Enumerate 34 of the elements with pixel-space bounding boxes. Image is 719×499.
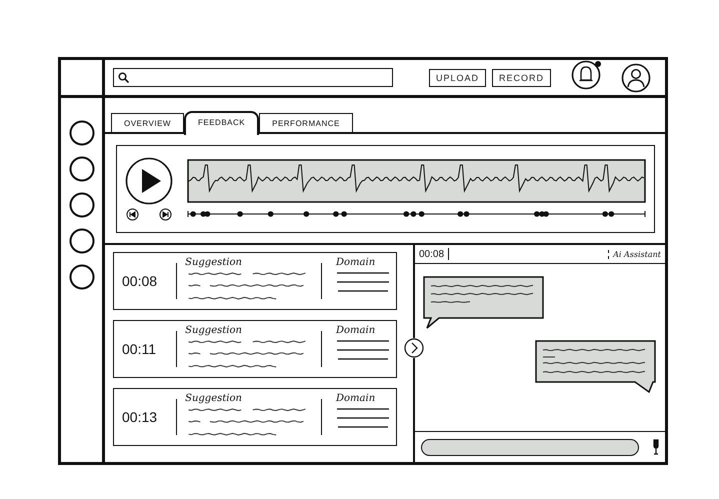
suggestion-title: Suggestion — [185, 393, 243, 404]
microphone-icon[interactable] — [653, 439, 659, 455]
record-button[interactable]: RECORD — [492, 68, 552, 86]
search-icon — [118, 72, 129, 83]
domain-label: Domain — [336, 325, 376, 336]
skip-back-icon[interactable] — [126, 208, 139, 221]
domain-label: Domain — [336, 393, 376, 404]
timestamp: 00:13 — [122, 409, 158, 425]
tab[interactable]: PERFORMANCE — [259, 113, 353, 132]
upload-button[interactable]: UPLOAD — [429, 68, 486, 86]
domain-label: Domain — [336, 257, 376, 268]
notification-bell-icon[interactable] — [571, 60, 602, 90]
tab[interactable]: FEEDBACK — [184, 110, 260, 134]
timestamp: 00:08 — [419, 248, 444, 260]
sidebar-icon[interactable] — [68, 120, 94, 146]
suggestion-title: Suggestion — [185, 257, 243, 268]
next-arrow-button[interactable] — [404, 338, 424, 358]
user-avatar-icon[interactable] — [621, 62, 652, 92]
play-button[interactable] — [125, 157, 173, 205]
sidebar-icon[interactable] — [68, 264, 94, 290]
search-field[interactable] — [113, 68, 393, 87]
timestamp: 00:08 — [122, 273, 158, 289]
skip-forward-icon[interactable] — [159, 208, 172, 221]
assistant-label: Ai Assistant — [608, 250, 661, 258]
suggestion-title: Suggestion — [185, 325, 243, 336]
suggestion-card[interactable]: 00:08 Suggestion Domain — [113, 252, 397, 310]
sidebar-icon[interactable] — [68, 192, 94, 218]
sidebar-icon[interactable] — [68, 156, 94, 182]
message-input[interactable] — [421, 438, 639, 456]
sidebar-icon[interactable] — [68, 228, 94, 254]
suggestion-card[interactable]: 00:11 Suggestion Domain — [113, 320, 397, 378]
suggestion-card[interactable]: 00:13 Suggestion Domain — [113, 388, 397, 446]
tab[interactable]: OVERVIEW — [111, 113, 184, 132]
timestamp: 00:11 — [122, 341, 157, 357]
